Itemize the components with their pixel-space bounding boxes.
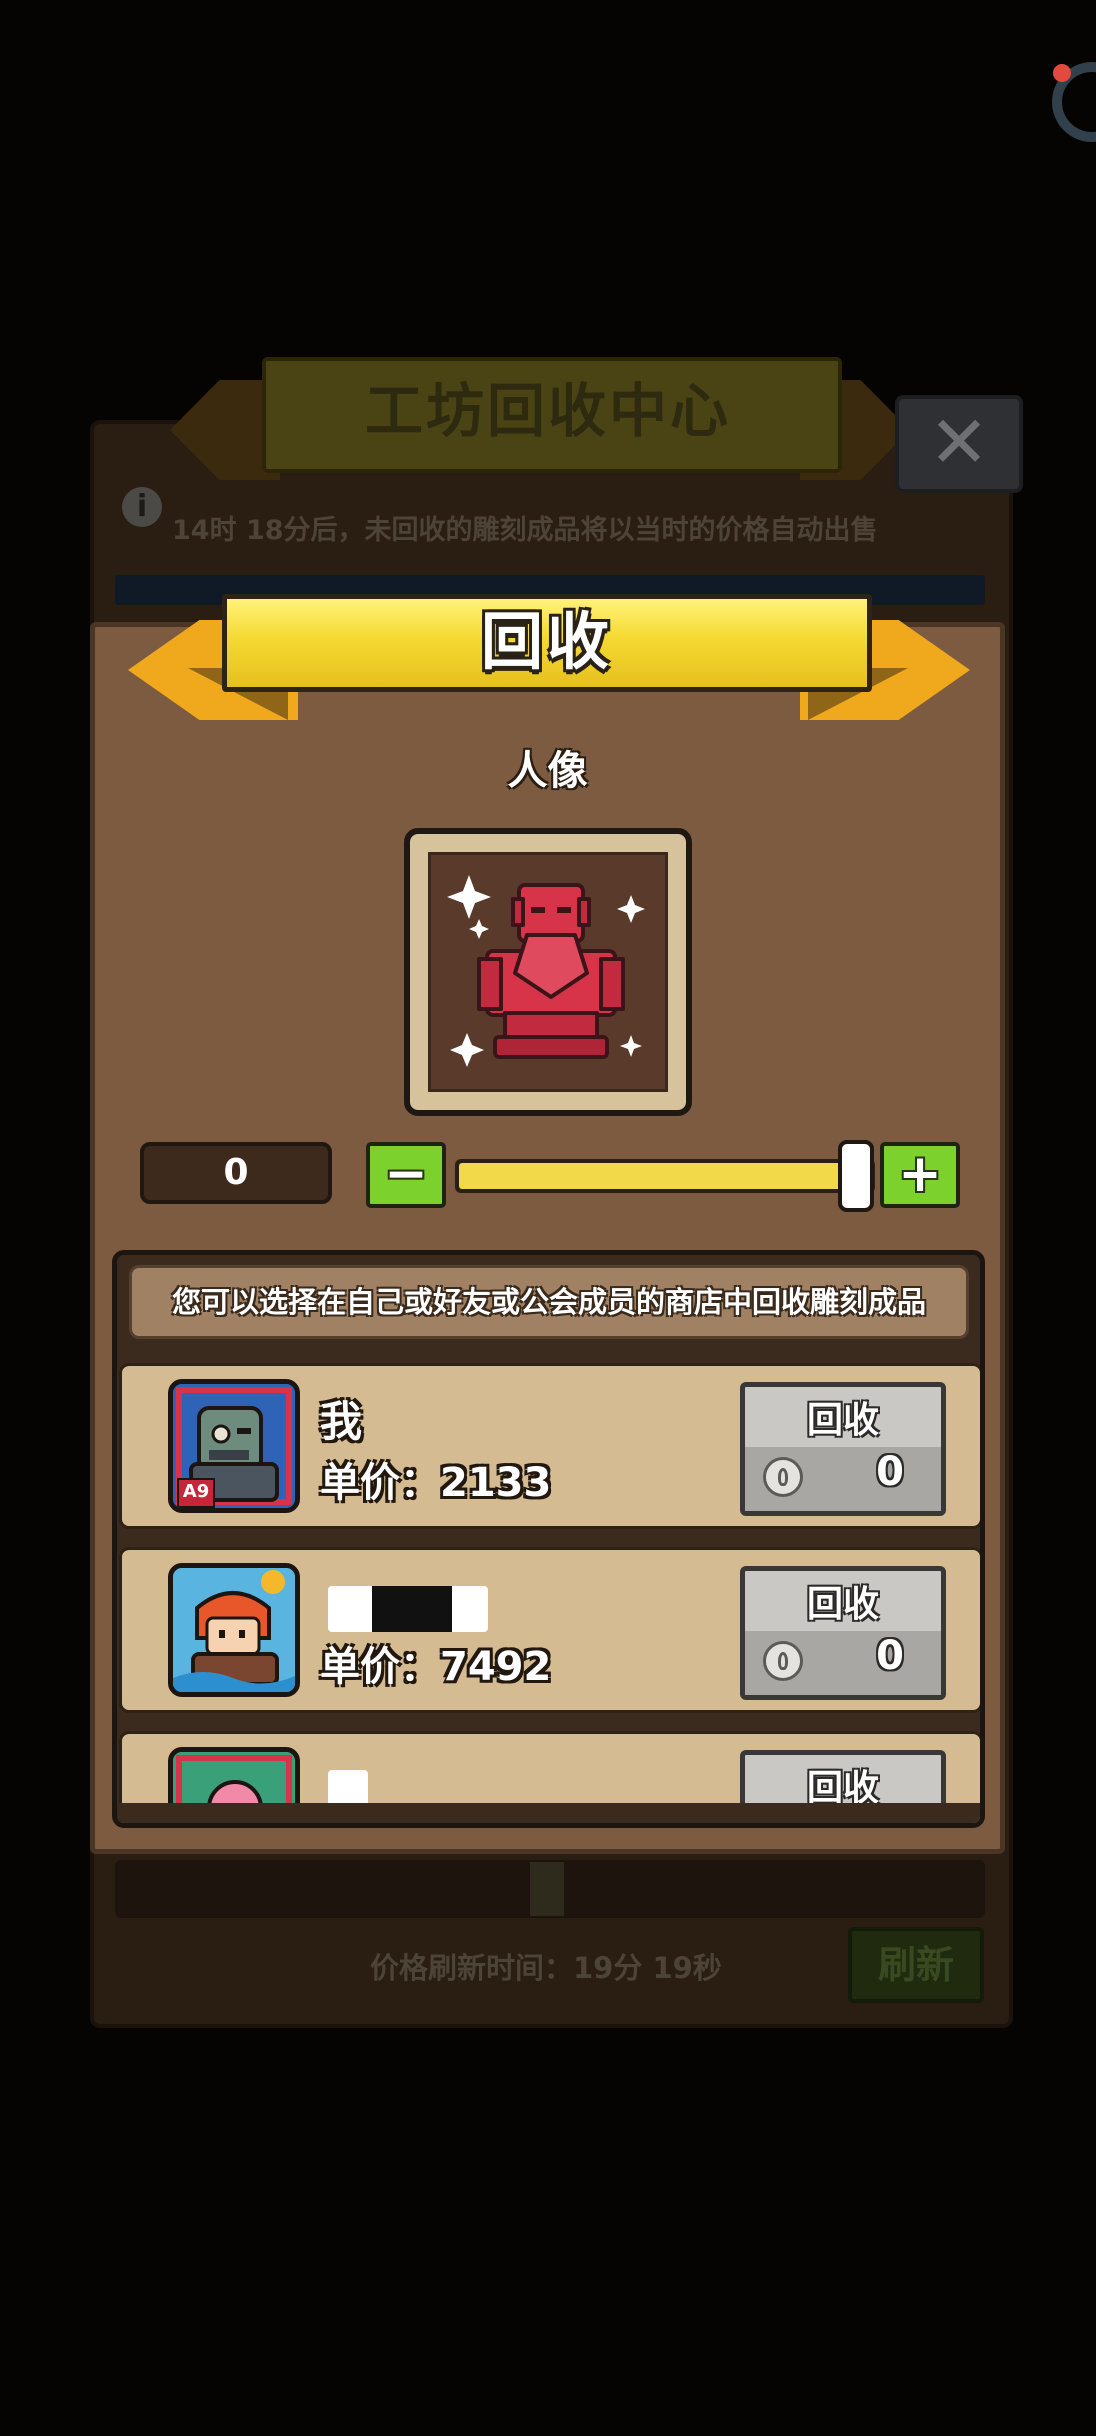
row-owner-name: 我: [320, 1397, 363, 1446]
shop-row: A9 我 单价：2133 回收 0: [119, 1363, 980, 1529]
auto-sell-notice: 14时 18分后，未回收的雕刻成品将以当时的价格自动出售: [172, 515, 878, 546]
item-slot: [428, 852, 668, 1092]
price-refresh-time: 价格刷新时间：19分 19秒: [370, 1951, 722, 1985]
row-unit-price: 单价：7492: [320, 1644, 552, 1690]
info-icon: i: [122, 487, 162, 527]
quantity-display: 0: [140, 1142, 332, 1204]
zombie-portrait-icon[interactable]: A9: [168, 1379, 300, 1513]
red-statue-icon: [447, 875, 645, 1067]
recycle-count: 0: [876, 1449, 904, 1495]
recycle-button-label: 回收: [806, 1400, 879, 1441]
slider-handle[interactable]: [838, 1140, 874, 1212]
recycle-button[interactable]: 回收 0: [740, 1566, 946, 1700]
minus-icon: −: [384, 1144, 428, 1204]
shop-row: 单价：7492 回收 0: [119, 1547, 980, 1713]
plus-icon: +: [898, 1144, 942, 1204]
recycle-cost: 0: [745, 1631, 941, 1695]
level-badge: A9: [177, 1478, 215, 1508]
refresh-button[interactable]: 刷新: [848, 1927, 984, 2003]
redacted-name-mark: [372, 1586, 452, 1632]
plus-button[interactable]: +: [880, 1142, 960, 1208]
recycle-count: 0: [876, 1633, 904, 1679]
notification-dot: [1053, 64, 1071, 82]
workshop-title: 工坊回收中心: [364, 377, 731, 445]
quantity-slider[interactable]: [455, 1159, 875, 1193]
slider-fill: [459, 1163, 871, 1189]
row-unit-price: 单价：2133: [320, 1460, 552, 1506]
list-bottom-edge: [117, 1803, 980, 1823]
shop-list[interactable]: 您可以选择在自己或好友或公会成员的商店中回收雕刻成品 A9 我 单价：2133 …: [112, 1250, 985, 1828]
recycle-button-label: 回收: [806, 1584, 879, 1625]
bg-scroll-knob: [530, 1862, 564, 1916]
minus-button[interactable]: −: [366, 1142, 446, 1208]
modal-title: 回收: [480, 605, 613, 678]
chisel-coin-icon: [763, 1457, 803, 1497]
red-haired-hero-portrait-icon[interactable]: [168, 1563, 300, 1697]
list-hint: 您可以选择在自己或好友或公会成员的商店中回收雕刻成品: [129, 1265, 969, 1339]
recycle-cost: 0: [745, 1447, 941, 1511]
recycle-button[interactable]: 回收 0: [740, 1382, 946, 1516]
chisel-coin-icon: [763, 1641, 803, 1681]
item-name: 人像: [507, 748, 588, 794]
close-icon[interactable]: ✕: [895, 395, 1023, 493]
